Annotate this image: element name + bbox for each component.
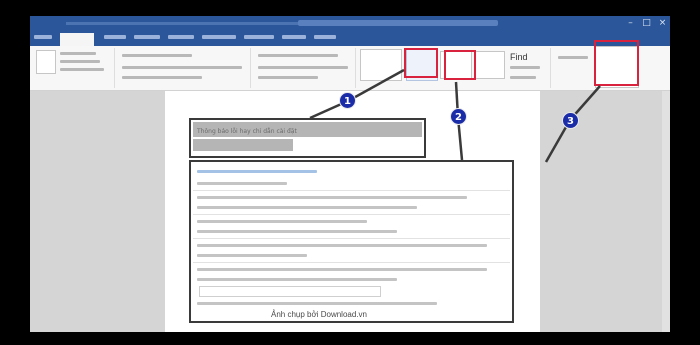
- step-badge-3: 3: [562, 112, 579, 129]
- panel-input-field[interactable]: [199, 286, 381, 297]
- panel-text-line: [197, 244, 487, 247]
- panel-divider: [193, 214, 510, 215]
- panel-divider: [193, 262, 510, 263]
- panel-text-line: [197, 206, 417, 209]
- panel-text-line: [197, 220, 367, 223]
- panel-divider: [193, 238, 510, 239]
- arrow-1: [347, 68, 405, 103]
- panel-text-line: [197, 302, 437, 305]
- panel-text-line: [197, 196, 467, 199]
- panel-text-line: [197, 268, 487, 271]
- panel-header: [197, 170, 317, 173]
- panel-text-line: [197, 254, 307, 257]
- panel-text-line: [197, 182, 287, 185]
- step-badge-1: 1: [339, 92, 356, 109]
- step-badge-2: 2: [450, 108, 467, 125]
- panel-caption: Ảnh chụp bởi Download.vn: [271, 310, 367, 319]
- panel-divider: [193, 190, 510, 191]
- panel-text-line: [197, 230, 397, 233]
- callout-highlight-2: [193, 139, 293, 151]
- callout-box: Thông báo lỗi hay chỉ dẫn cài đặt: [189, 118, 426, 158]
- callout-text: Thông báo lỗi hay chỉ dẫn cài đặt: [197, 128, 297, 135]
- screenshot: – □ × Find Thông báo lỗi hay chỉ dẫn cài…: [0, 0, 700, 345]
- panel-text-line: [197, 278, 397, 281]
- settings-panel: Ảnh chụp bởi Download.vn: [189, 160, 514, 323]
